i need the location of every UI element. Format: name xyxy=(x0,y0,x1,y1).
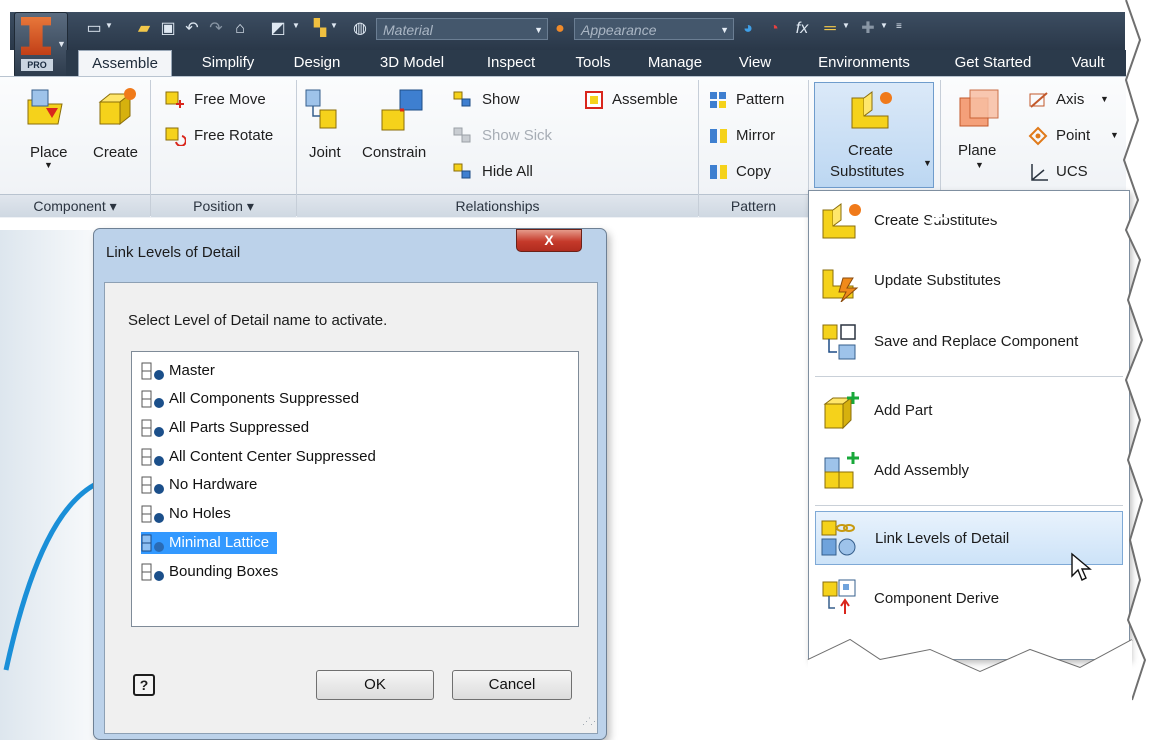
torn-edge-decoration xyxy=(807,0,1165,740)
